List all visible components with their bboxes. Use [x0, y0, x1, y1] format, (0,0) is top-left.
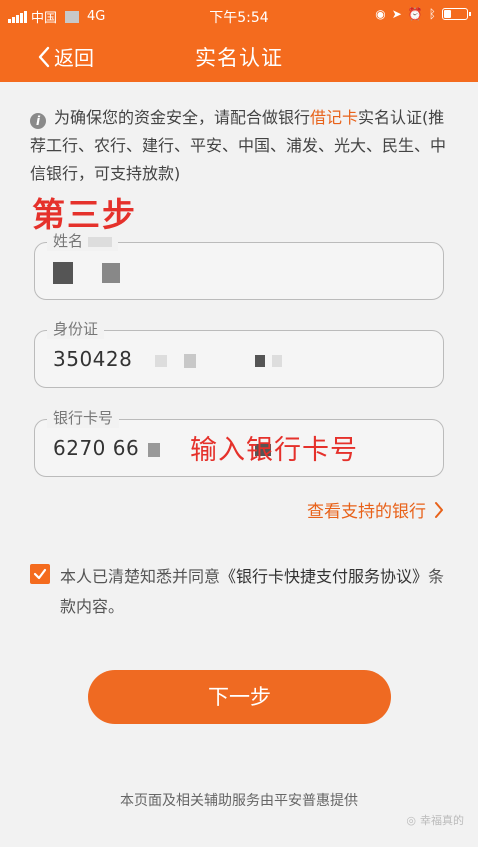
rotation-lock-icon: ◉ [375, 7, 386, 21]
supported-banks-link[interactable]: 查看支持的银行 [307, 497, 444, 522]
info-icon: i [30, 113, 46, 129]
bank-card-field-label: 银行卡号 [47, 408, 120, 428]
blurred-redaction [254, 354, 265, 367]
blurred-redaction [184, 353, 197, 368]
nav-bar: 返回 实名认证 [0, 30, 478, 82]
footer-text: 本页面及相关辅助服务由平安普惠提供 [120, 793, 358, 809]
checkmark-icon [33, 568, 47, 580]
status-right: ◉ ➤ ⏰ ᛒ [375, 7, 471, 21]
agreement-link[interactable]: 《银行卡快捷支付服务协议》 [220, 567, 428, 586]
blurred-redaction [148, 442, 161, 457]
next-step-button[interactable]: 下一步 [88, 670, 391, 724]
wechat-logo-icon: ◎ [406, 813, 416, 827]
alarm-icon: ⏰ [407, 7, 423, 21]
watermark-text: 幸福真的 [420, 814, 464, 827]
name-field[interactable]: 姓名 [34, 231, 444, 300]
id-card-field-label: 身份证 [47, 319, 105, 339]
supported-banks-label: 查看支持的银行 [307, 502, 426, 522]
notice-text: i 为确保您的资金安全，请配合做银行借记卡实名认证(推荐工行、农行、建行、平安、中… [30, 104, 455, 188]
notice-text-before: 为确保您的资金安全，请配合做银行 [54, 108, 311, 127]
blurred-redaction [271, 354, 282, 367]
name-field-label: 姓名 [47, 231, 118, 251]
agreement-checkbox[interactable] [30, 564, 50, 584]
agreement-text-before: 本人已清楚知悉并同意 [60, 567, 221, 586]
bluetooth-icon: ᛒ [428, 7, 436, 21]
blurred-redaction [53, 261, 73, 284]
blurred-redaction [101, 262, 120, 283]
name-field-value [53, 259, 120, 284]
step-annotation: 第三步 [32, 195, 137, 234]
page-title: 实名认证 [195, 46, 283, 70]
agreement-row: 本人已清楚知悉并同意《银行卡快捷支付服务协议》条款内容。 [30, 562, 455, 622]
status-bar: 中国 4G 下午5:54 ◉ ➤ ⏰ ᛒ [0, 0, 478, 30]
bank-card-value-text: 6270 66 [53, 436, 140, 460]
id-card-value-text: 350428 [53, 347, 133, 371]
watermark: ◎ 幸福真的 [406, 812, 464, 828]
id-card-field-value: 350428 [53, 347, 282, 371]
battery-icon [442, 8, 471, 20]
id-card-field[interactable]: 身份证 350428 [34, 319, 444, 388]
notice-highlight: 借记卡 [310, 108, 359, 127]
battery-level [444, 10, 452, 18]
agreement-text: 本人已清楚知悉并同意《银行卡快捷支付服务协议》条款内容。 [30, 562, 455, 622]
chevron-right-icon [435, 501, 443, 518]
location-icon: ➤ [391, 7, 402, 21]
input-annotation: 输入银行卡号 [190, 435, 358, 466]
blurred-redaction [155, 354, 168, 367]
